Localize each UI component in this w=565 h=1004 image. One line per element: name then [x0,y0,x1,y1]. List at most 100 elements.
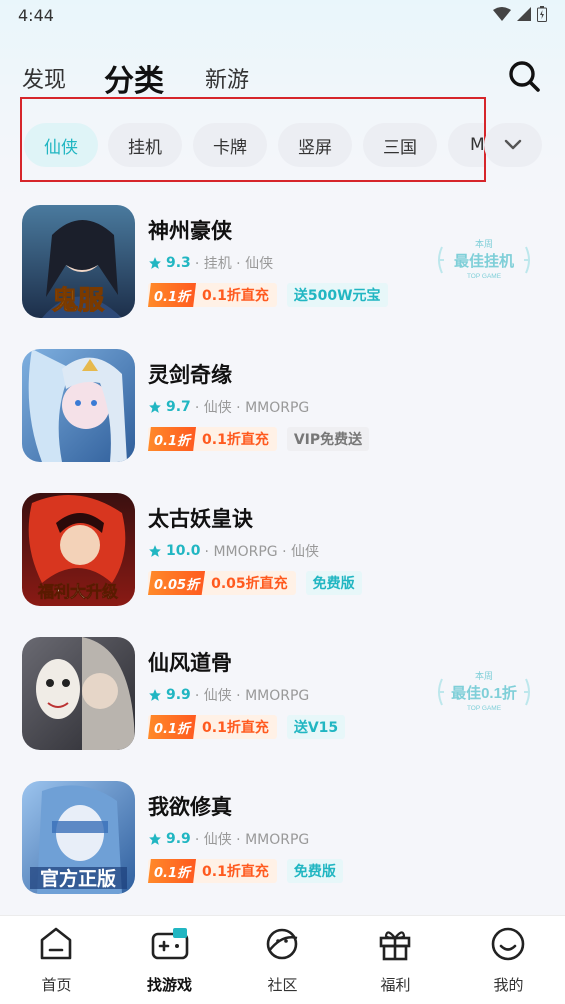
game-icon: 福利大升级 [22,493,135,606]
game-score: 9.7 [166,399,191,415]
discount-value: 0.1折 [148,859,197,883]
game-meta: 9.9 · 仙侠 · MMORPG [148,685,309,705]
wifi-icon [493,7,511,21]
chip-row-highlight [20,97,486,182]
game-list-item[interactable]: 仙风道骨 9.9 · 仙侠 · MMORPG 0.1折 0.1折直充 送V15 … [0,637,565,757]
game-genres: · 仙侠 · MMORPG [194,688,310,704]
game-genres: · 挂机 · 仙侠 [194,256,274,272]
game-score: 9.9 [166,831,191,847]
discount-badge: 0.05折 0.05折直充 [148,571,296,595]
game-tags: 0.1折 0.1折直充 送500W元宝 [148,283,388,307]
search-icon [509,61,540,92]
gift-tag: 送V15 [286,715,346,739]
nav-find-games-label: 找游戏 [146,976,192,994]
star-icon [149,257,161,269]
status-time: 4:44 [18,6,54,25]
star-icon [149,545,161,557]
game-genres: · 仙侠 · MMORPG [194,832,310,848]
gift-tag: VIP免费送 [286,427,370,451]
award-main: 最佳挂机 [454,252,514,270]
game-icon-caption: 鬼服 [52,285,105,315]
nav-welfare[interactable]: 福利 [339,916,452,1004]
award-sub: TOP GAME [467,705,502,712]
discount-badge: 0.1折 0.1折直充 [148,715,277,739]
nav-find-games[interactable]: 找游戏 [113,916,226,1004]
game-score: 9.3 [166,255,191,271]
discount-badge: 0.1折 0.1折直充 [148,859,277,883]
nav-community-label: 社区 [267,976,298,994]
game-icon: 鬼服 [22,205,135,318]
game-meta: 9.3 · 挂机 · 仙侠 [148,253,273,273]
discount-value: 0.1折 [148,715,197,739]
tab-new-games[interactable]: 新游 [205,62,249,94]
award-top: 本周 [475,670,493,681]
game-score: 10.0 [166,543,201,559]
gift-tag: 免费版 [305,571,362,595]
award-main: 最佳0.1折 [451,684,517,702]
discount-value: 0.1折 [148,283,197,307]
game-meta: 10.0 · MMORPG · 仙侠 [148,541,319,561]
discount-badge: 0.1折 0.1折直充 [148,283,277,307]
home-icon [40,927,72,960]
nav-mine[interactable]: 我的 [452,916,565,1004]
game-list-item[interactable]: 鬼服 神州豪侠 9.3 · 挂机 · 仙侠 0.1折 0.1折直充 送500W元… [0,205,565,325]
expand-categories-button[interactable] [484,123,542,167]
game-list-item[interactable]: 福利大升级 太古妖皇诀 10.0 · MMORPG · 仙侠 0.05折 0.0… [0,493,565,613]
planet-icon [266,928,298,960]
nav-home-label: 首页 [41,976,72,994]
battery-icon [537,6,547,22]
discount-text: 0.1折直充 [202,720,269,736]
award-sub: TOP GAME [467,273,502,280]
star-icon [149,833,161,845]
game-icon [22,637,135,750]
game-icon-caption: 福利大升级 [37,582,119,601]
star-icon [149,689,161,701]
chevron-down-icon [504,139,522,150]
search-button[interactable] [506,58,542,94]
game-icon: 官方正版 [22,781,135,894]
smile-icon [491,927,525,961]
discount-value: 0.1折 [148,427,197,451]
game-meta: 9.9 · 仙侠 · MMORPG [148,829,309,849]
game-tags: 0.1折 0.1折直充 送V15 [148,715,346,739]
gift-tag: 送500W元宝 [286,283,388,307]
nav-mine-label: 我的 [493,976,524,994]
game-title: 我欲修真 [148,795,232,819]
discount-text: 0.1折直充 [202,864,269,880]
award-top: 本周 [475,238,493,249]
game-score: 9.9 [166,687,191,703]
nav-welfare-label: 福利 [380,976,411,994]
gift-tag: 免费版 [286,859,343,883]
gamepad-icon [151,928,189,960]
discount-badge: 0.1折 0.1折直充 [148,427,277,451]
tab-category[interactable]: 分类 [104,56,164,100]
nav-home[interactable]: 首页 [0,916,113,1004]
nav-community[interactable]: 社区 [226,916,339,1004]
game-genres: · MMORPG · 仙侠 [204,544,319,560]
game-tags: 0.05折 0.05折直充 免费版 [148,571,362,595]
game-title: 仙风道骨 [148,651,232,675]
game-title: 神州豪侠 [148,219,232,243]
star-icon [149,401,161,413]
signal-icon [517,7,531,21]
game-title: 灵剑奇缘 [148,363,232,387]
game-icon-caption: 官方正版 [40,867,116,890]
discount-value: 0.05折 [148,571,206,595]
status-bar: 4:44 [0,0,565,32]
discount-text: 0.05折直充 [211,576,288,592]
game-list-item[interactable]: 灵剑奇缘 9.7 · 仙侠 · MMORPG 0.1折 0.1折直充 VIP免费… [0,349,565,469]
discount-text: 0.1折直充 [202,288,269,304]
game-list-item[interactable]: 官方正版 我欲修真 9.9 · 仙侠 · MMORPG 0.1折 0.1折直充 … [0,781,565,901]
status-icons [493,6,547,22]
award-badge: 本周 最佳挂机 TOP GAME [436,235,532,285]
discount-text: 0.1折直充 [202,432,269,448]
game-tags: 0.1折 0.1折直充 VIP免费送 [148,427,370,451]
bottom-navigation: 首页 找游戏 社区 福利 我的 [0,915,565,1004]
award-badge: 本周 最佳0.1折 TOP GAME [436,667,532,717]
gift-icon [379,931,411,961]
game-meta: 9.7 · 仙侠 · MMORPG [148,397,309,417]
tab-discover[interactable]: 发现 [22,62,66,94]
game-icon [22,349,135,462]
game-title: 太古妖皇诀 [148,507,253,531]
game-genres: · 仙侠 · MMORPG [194,400,310,416]
